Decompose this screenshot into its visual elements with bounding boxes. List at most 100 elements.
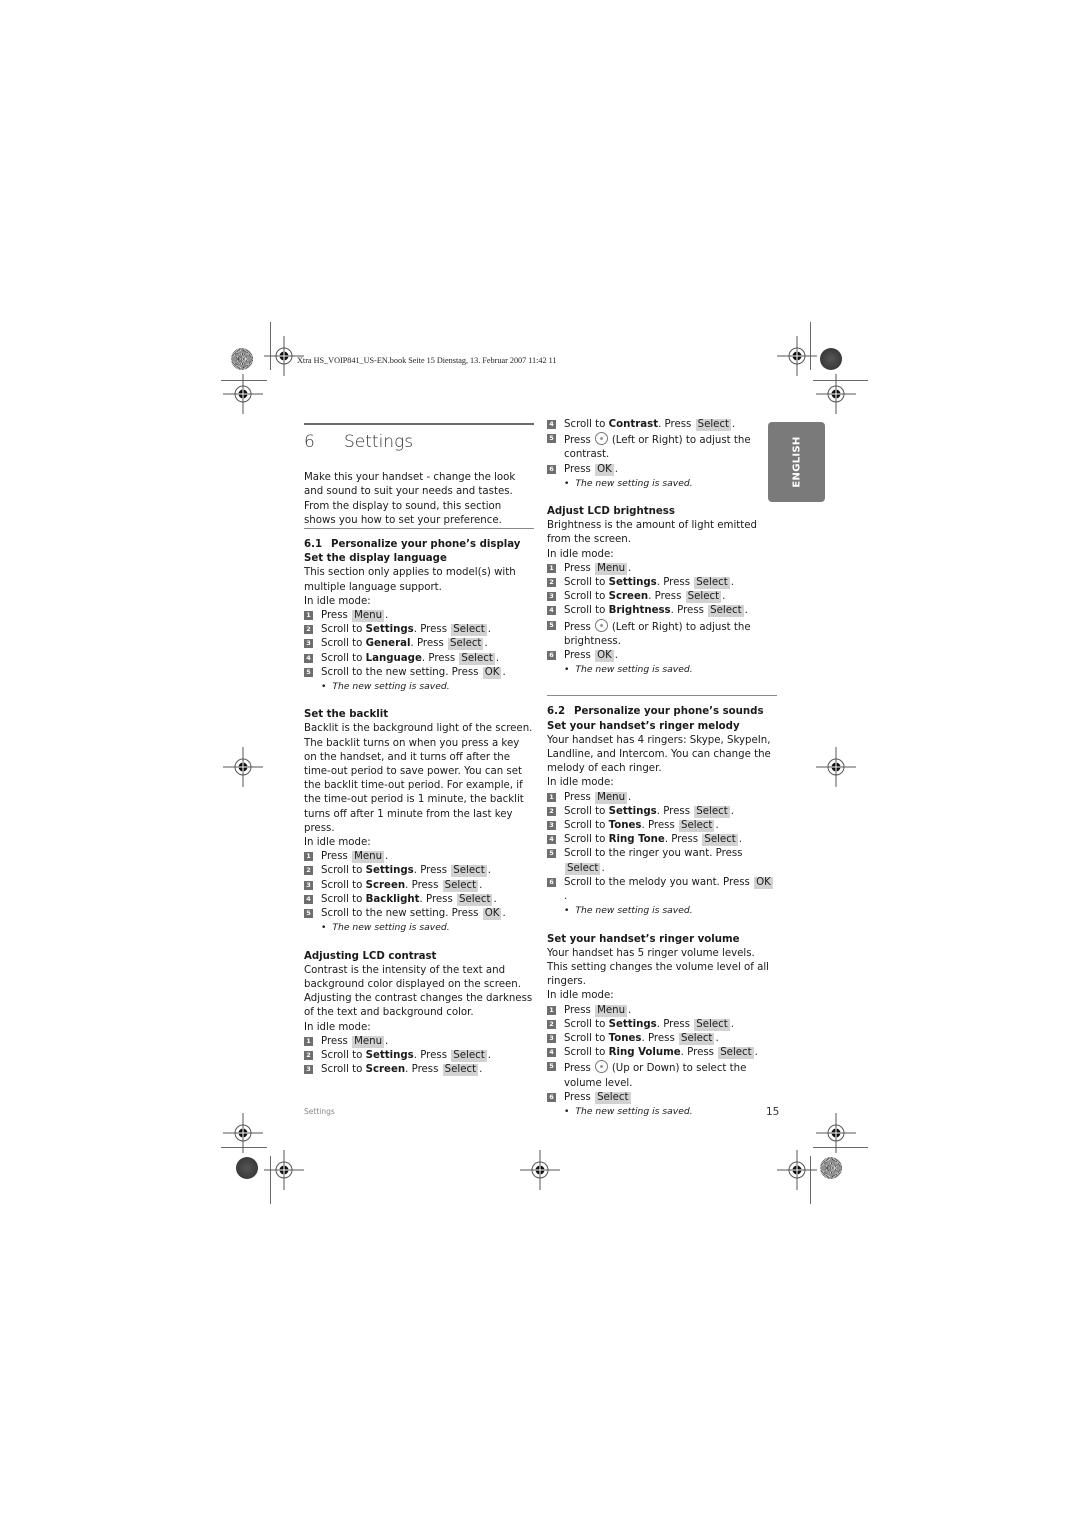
step-number-badge: 3 <box>304 1065 313 1075</box>
menu-item-name: Language <box>365 652 422 664</box>
section-number: 6.1 <box>304 539 323 551</box>
contrast-steps-part1: 1 Press Menu. 2 Scroll to Settings. Press S… <box>304 1035 534 1078</box>
menu-key: Menu <box>352 851 385 864</box>
select-key: Select <box>442 1064 479 1077</box>
step-number-badge: 5 <box>304 909 313 919</box>
step-number-badge: 3 <box>547 821 556 831</box>
saved-note: The new setting is saved. <box>547 663 777 677</box>
saved-note: The new setting is saved. <box>304 680 534 694</box>
select-key: Select <box>702 834 738 847</box>
step-item: 3 Scroll to General. Press Select. <box>304 637 534 651</box>
section-divider <box>547 695 777 697</box>
step-item: 3 Scroll to Tones. Press Select. <box>547 1032 777 1046</box>
step-item: 4 Scroll to Contrast. Press Select. <box>547 418 777 432</box>
step-item: 1 Press Menu. <box>547 1004 777 1018</box>
ringer-melody-body: Your handset has 4 ringers: Skype, Skype… <box>547 734 771 775</box>
menu-key: Menu <box>352 1035 385 1048</box>
menu-item-name: Backlight <box>365 893 420 905</box>
brightness-heading: Adjust LCD brightness <box>547 506 675 518</box>
step-number-badge: 2 <box>547 806 556 816</box>
idle-mode-label: In idle mode: <box>547 548 614 560</box>
select-key: Select <box>457 893 493 906</box>
step-item: 4 Scroll to Ring Tone. Press Select. <box>547 833 777 847</box>
step-item: 4 Scroll to Language. Press Select. <box>304 652 534 666</box>
step-number-badge: 6 <box>547 464 556 474</box>
registration-target-icon <box>223 1113 263 1153</box>
page-number: 15 <box>766 1106 780 1118</box>
menu-item-name: Screen <box>608 591 649 603</box>
registration-target-icon <box>816 374 856 414</box>
step-item: 1 Press Menu. <box>547 562 777 576</box>
book-file-info: Xtra HS_VOIP841_US-EN.book Seite 15 Dien… <box>297 356 557 365</box>
select-key: Select <box>694 1018 730 1031</box>
step-number-badge: 1 <box>547 792 556 802</box>
select-key: Select <box>595 1091 631 1104</box>
step-item: 5 Press (Up or Down) to select the volume… <box>547 1060 777 1090</box>
menu-item-name: Settings <box>365 1049 414 1061</box>
ok-key: OK <box>482 908 502 921</box>
navigation-key-icon <box>594 432 608 446</box>
step-number-badge: 2 <box>304 1050 313 1060</box>
select-key: Select <box>679 820 715 833</box>
idle-mode-label: In idle mode: <box>547 777 614 789</box>
step-item: 1 Press Menu. <box>304 1035 534 1049</box>
registration-target-icon <box>223 374 263 414</box>
step-number-badge: 4 <box>547 420 556 429</box>
step-number-badge: 1 <box>547 1005 556 1015</box>
menu-key: Menu <box>595 1004 628 1017</box>
navigation-key-icon <box>594 1060 608 1074</box>
menu-item-name: Screen <box>365 1064 406 1076</box>
ringer-volume-heading: Set your handset’s ringer volume <box>547 933 740 945</box>
brightness-steps: 1 Press Menu. 2 Scroll to Settings. Press S… <box>547 562 777 619</box>
step-number-badge: 5 <box>547 620 556 630</box>
section-number: 6.2 <box>547 706 566 718</box>
ok-key: OK <box>595 650 614 663</box>
idle-mode-label: In idle mode: <box>547 990 614 1002</box>
contrast-heading: Adjusting LCD contrast <box>304 950 437 962</box>
menu-item-name: Settings <box>608 805 657 817</box>
step-item: 2 Scroll to Settings. Press Select. <box>547 576 777 590</box>
chapter-heading: 6 Settings <box>304 433 534 450</box>
step-item: 2 Scroll to Settings. Press Select. <box>304 1049 534 1063</box>
ok-key: OK <box>595 463 614 476</box>
step-item: 2 Scroll to Settings. Press Select. <box>547 1018 777 1032</box>
saved-note: The new setting is saved. <box>547 904 777 918</box>
step-item: 5 Scroll to the new setting. Press OK. <box>304 907 534 921</box>
registration-target-icon <box>816 747 856 787</box>
step-number-badge: 4 <box>547 606 556 616</box>
select-key: Select <box>451 1049 487 1062</box>
step-number-badge: 4 <box>547 1048 556 1058</box>
step-number-badge: 1 <box>304 1036 313 1046</box>
idle-mode-label: In idle mode: <box>304 1021 371 1033</box>
registration-target-icon <box>816 1113 856 1153</box>
step-item: 2 Scroll to Settings. Press Select. <box>304 623 534 637</box>
display-language-steps: 1 Press Menu. 2 Scroll to Settings. Press S… <box>304 609 534 680</box>
menu-item-name: Brightness <box>608 605 671 617</box>
select-key: Select <box>442 879 479 892</box>
step-item: 4 Scroll to Backlight. Press Select. <box>304 893 534 907</box>
idle-mode-label: In idle mode: <box>304 837 371 849</box>
step-item: 3 Scroll to Screen. Press Select. <box>547 590 777 604</box>
registration-target-icon <box>777 336 817 376</box>
menu-item-name: Settings <box>608 1018 657 1030</box>
menu-item-name: Settings <box>608 577 657 589</box>
step-item: 1 Press Menu. <box>547 791 777 805</box>
select-key: Select <box>448 638 484 651</box>
ringer-melody-heading: Set your handset’s ringer melody <box>547 720 740 732</box>
step-number-badge: 6 <box>547 877 556 887</box>
step-number-badge: 5 <box>547 434 556 444</box>
step-item: 2 Scroll to Settings. Press Select. <box>304 864 534 878</box>
step-number-badge: 1 <box>304 611 313 621</box>
step-item: 4 Scroll to Ring Volume. Press Select. <box>547 1046 777 1060</box>
chapter-top-rule <box>304 423 534 425</box>
chapter-intro: Make this your handset - change the look… <box>304 472 516 526</box>
step-number-badge: 4 <box>547 835 556 845</box>
step-number-badge: 4 <box>304 653 313 663</box>
step-number-badge: 6 <box>547 651 556 661</box>
menu-key: Menu <box>352 610 385 623</box>
navigation-key-icon <box>594 618 608 632</box>
select-key: Select <box>459 652 495 665</box>
step-item: 6 Scroll to the melody you want. Press OK… <box>547 876 777 904</box>
ringer-volume-steps: 1 Press Menu. 2 Scroll to Settings. Press S… <box>547 1004 777 1061</box>
menu-key: Menu <box>595 562 628 575</box>
